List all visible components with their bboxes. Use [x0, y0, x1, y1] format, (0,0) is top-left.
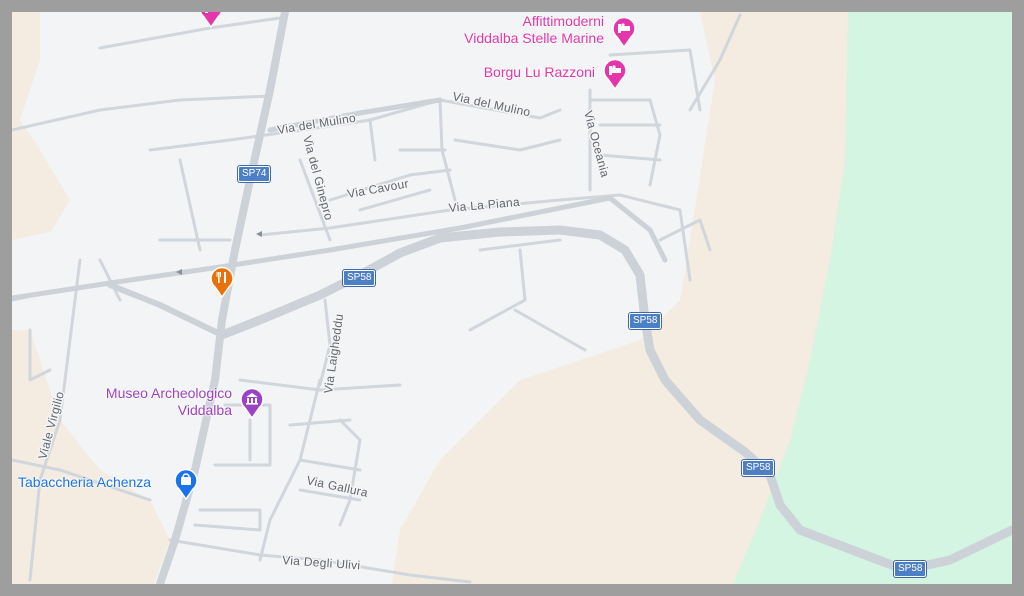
poi-marker-shop[interactable]: [173, 468, 199, 500]
hotel-icon: [603, 58, 627, 90]
poi-label-line: Affittimoderni: [522, 13, 604, 29]
route-shield-sp58: SP58: [629, 313, 662, 329]
hotel-icon: [199, 12, 223, 28]
restaurant-icon: [210, 266, 234, 298]
poi-marker-hotel[interactable]: [602, 58, 628, 90]
route-shield-sp74: SP74: [238, 166, 271, 182]
poi-marker-hotel[interactable]: [198, 12, 224, 28]
poi-label-line: Viddalba Stelle Marine: [464, 30, 604, 46]
poi-label-line: Viddalba: [177, 402, 232, 418]
poi-marker-museum[interactable]: [239, 387, 265, 419]
poi-marker-hotel[interactable]: [611, 16, 637, 48]
poi-marker-restaurant[interactable]: [209, 266, 235, 298]
poi-label-tabaccheria-achenza[interactable]: Tabaccheria Achenza: [18, 474, 151, 491]
hotel-icon: [612, 16, 636, 48]
route-shield-sp58: SP58: [343, 270, 376, 286]
poi-label-borgu-lu-razzoni[interactable]: Borgu Lu Razzoni: [484, 64, 595, 81]
poi-label-museo-archeologico[interactable]: Museo Archeologico Viddalba: [106, 385, 232, 419]
museum-icon: [240, 387, 264, 419]
shopping-bag-icon: [174, 468, 198, 500]
poi-label-affittimoderni[interactable]: Affittimoderni Viddalba Stelle Marine: [464, 13, 604, 47]
poi-label-line: Museo Archeologico: [105, 385, 232, 401]
route-shield-sp58: SP58: [894, 561, 927, 577]
route-shield-sp58: SP58: [742, 460, 775, 476]
map-frame[interactable]: Via del Mulino Via del Mulino Via Oceani…: [12, 12, 1012, 584]
map-canvas[interactable]: Via del Mulino Via del Mulino Via Oceani…: [12, 12, 1012, 584]
